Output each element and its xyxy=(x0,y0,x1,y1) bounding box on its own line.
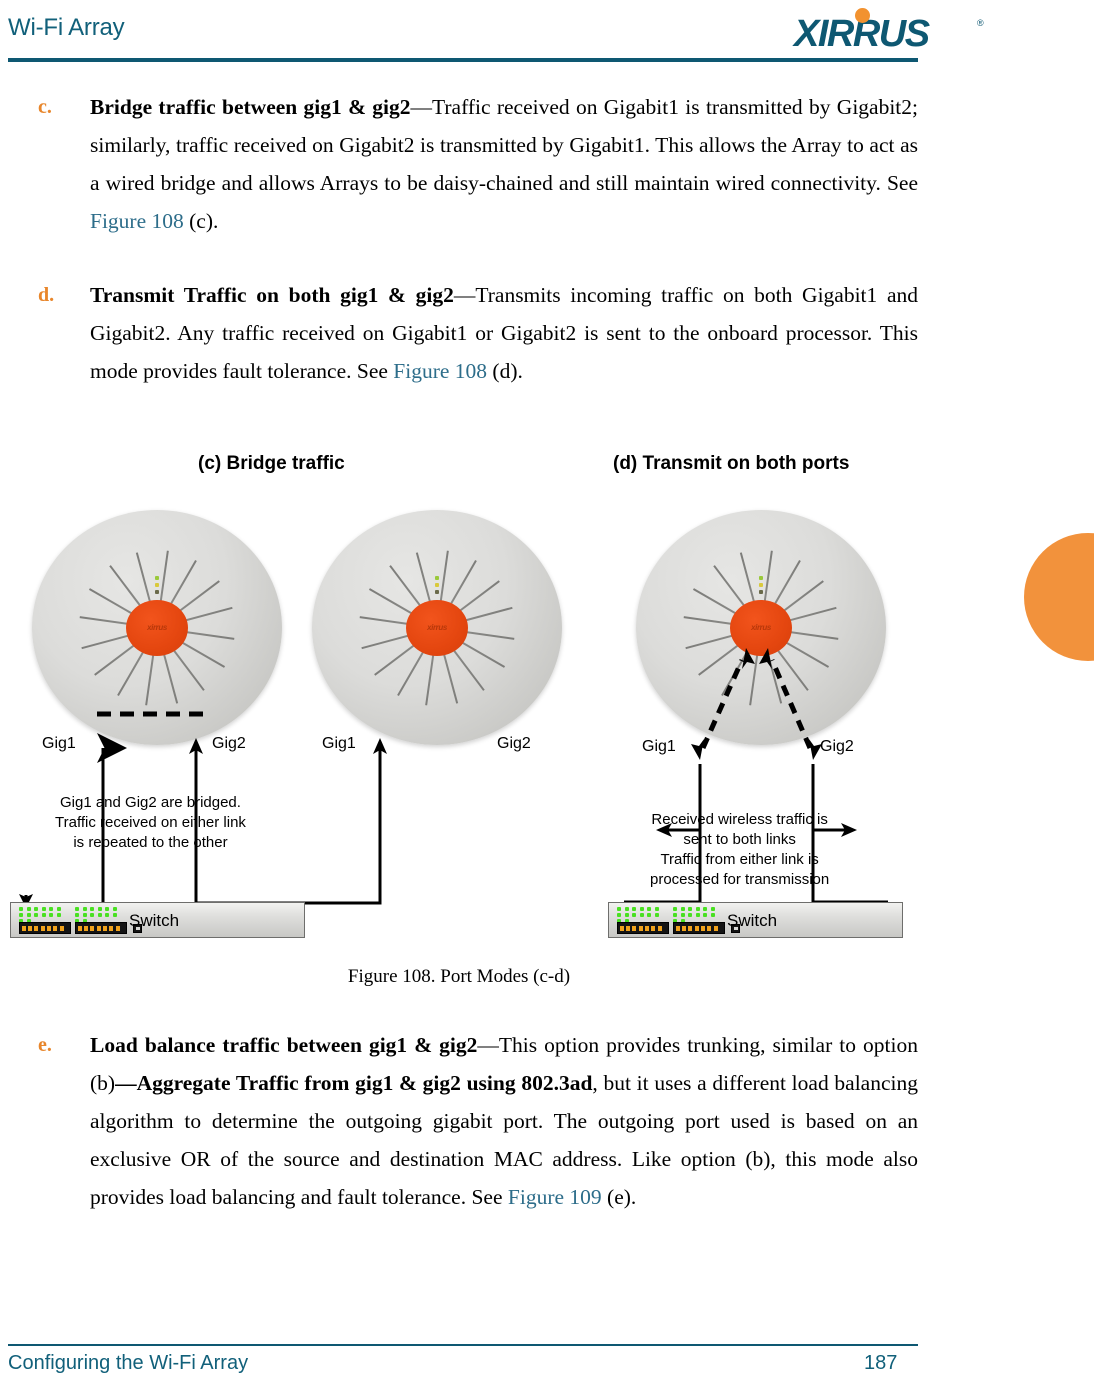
list-item-d: d. Transmit Traffic on both gig1 & gig2—T… xyxy=(38,276,918,390)
array-hub-label: xirrus xyxy=(427,622,447,632)
note-d-line1: Received wireless traffic is xyxy=(651,811,828,828)
page-header: Wi-Fi Array XIRRUS ® xyxy=(0,0,1094,62)
array-status-leds xyxy=(759,575,763,597)
network-switch-d: Switch xyxy=(608,902,903,938)
port-label-array2-gig2: Gig2 xyxy=(497,735,531,752)
footer-page-number: 187 xyxy=(864,1352,898,1374)
registered-trademark-icon: ® xyxy=(977,18,984,28)
list-marker-d: d. xyxy=(38,284,55,306)
figure-caption: Figure 108. Port Modes (c-d) xyxy=(347,966,571,987)
note-c-line2: Traffic received on either link xyxy=(55,814,246,831)
switch-led-bank-1 xyxy=(19,907,71,923)
header-divider xyxy=(8,58,918,62)
annotation-note-c: Gig1 and Gig2 are bridged. Traffic recei… xyxy=(55,793,246,853)
annotation-note-d: Received wireless traffic is sent to bot… xyxy=(650,810,829,890)
port-label-array1-gig1: Gig1 xyxy=(42,735,76,752)
array-hub-label: xirrus xyxy=(147,622,167,632)
list-item-e-lead: Load balance traffic between gig1 & gig2 xyxy=(90,1033,478,1057)
switch-led-bank-2 xyxy=(75,907,127,923)
note-c-line3: is repeated to the other xyxy=(73,834,228,851)
figure-subcaption-c: (c) Bridge traffic xyxy=(198,453,345,474)
figure-xref-109-e[interactable]: Figure 109 xyxy=(508,1185,602,1209)
list-item-c-lead: Bridge traffic between gig1 & gig2 xyxy=(90,95,411,119)
list-item-c-tail: (c). xyxy=(183,209,219,233)
switch-port-block-2 xyxy=(673,922,725,934)
footer-section-label: Configuring the Wi-Fi Array xyxy=(8,1352,249,1374)
footer-divider xyxy=(8,1344,918,1346)
wifi-array-device-1: xirrus xyxy=(32,510,282,745)
list-marker-e: e. xyxy=(38,1034,52,1056)
figure-108-diagram: xirrus xirrus xirrus Gig1 Gig2 Gig1 Gig2… xyxy=(0,490,1000,955)
logo-dot-icon xyxy=(855,8,870,23)
note-d-line3: Traffic from either link is xyxy=(660,851,819,868)
port-label-array3-gig2: Gig2 xyxy=(820,738,854,755)
port-label-array1-gig2: Gig2 xyxy=(212,735,246,752)
list-item-c: c. Bridge traffic between gig1 & gig2—Tra… xyxy=(38,88,918,240)
section-edge-tab xyxy=(1024,533,1094,661)
wifi-array-device-3: xirrus xyxy=(636,510,886,745)
switch-led-bank-1 xyxy=(617,907,669,923)
list-item-d-tail: (d). xyxy=(487,359,523,383)
switch-port-block-1 xyxy=(617,922,669,934)
em-dash: — xyxy=(410,95,433,119)
page-title: Wi-Fi Array xyxy=(8,14,125,41)
switch-label-d: Switch xyxy=(727,911,778,930)
list-item-e-tail: (e). xyxy=(601,1185,637,1209)
figure-xref-108-d[interactable]: Figure 108 xyxy=(393,359,487,383)
list-item-d-lead: Transmit Traffic on both gig1 & gig2 xyxy=(90,283,454,307)
switch-led-bank-2 xyxy=(673,907,725,923)
switch-port-block-1 xyxy=(19,922,71,934)
note-d-line2: sent to both links xyxy=(683,831,796,848)
list-item-e: e. Load balance traffic between gig1 & gi… xyxy=(38,1026,918,1216)
switch-port-block-2 xyxy=(75,922,127,934)
figure-subcaption-d: (d) Transmit on both ports xyxy=(613,453,850,474)
switch-label-c: Switch xyxy=(129,911,180,930)
port-label-array2-gig1: Gig1 xyxy=(322,735,356,752)
em-dash: — xyxy=(477,1033,499,1057)
list-marker-c: c. xyxy=(38,96,52,118)
note-d-line4: processed for transmission xyxy=(650,871,830,888)
figure-xref-108-c[interactable]: Figure 108 xyxy=(90,209,184,233)
list-item-e-lead2: —Aggregate Traffic from gig1 & gig2 usin… xyxy=(115,1071,593,1095)
port-label-array3-gig1: Gig1 xyxy=(642,738,676,755)
wifi-array-device-2: xirrus xyxy=(312,510,562,745)
array-status-leds xyxy=(155,575,159,597)
array-status-leds xyxy=(435,575,439,597)
xirrus-logo: XIRRUS ® xyxy=(794,6,1004,56)
network-switch-c: Switch xyxy=(10,902,305,938)
note-c-line1: Gig1 and Gig2 are bridged. xyxy=(59,794,241,811)
em-dash: — xyxy=(453,283,476,307)
array-hub-label: xirrus xyxy=(751,622,771,632)
